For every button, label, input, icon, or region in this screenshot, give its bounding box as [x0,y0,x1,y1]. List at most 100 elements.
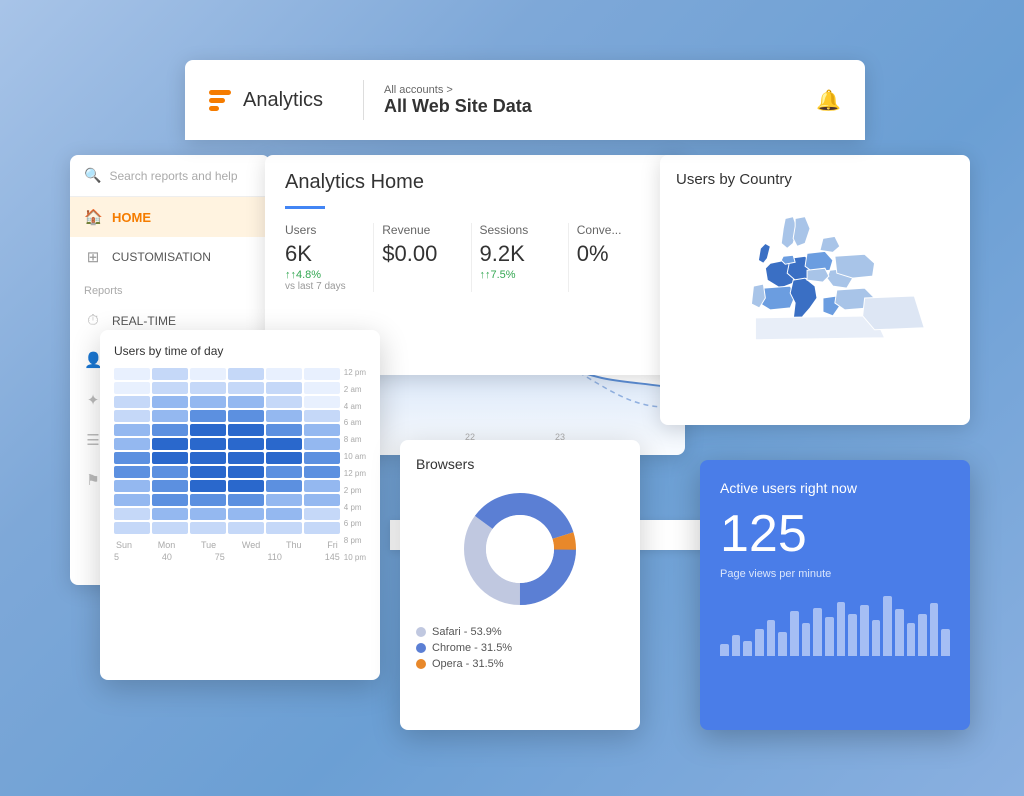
search-bar[interactable]: 🔍 Search reports and help [70,155,270,197]
heatmap-cell [266,368,302,380]
heatmap-cell [152,424,188,436]
heatmap-cell [190,522,226,534]
day-wed: Wed [242,540,260,550]
chrome-dot [416,643,426,653]
mini-bar-7 [790,611,799,656]
opera-label: Opera - 31.5% [432,658,504,670]
mini-bar-9 [813,608,822,656]
mini-bar-15 [883,596,892,656]
header-breadcrumb: All accounts > All Web Site Data [384,84,532,117]
heatmap-cell [304,480,340,492]
uk-shape [758,243,770,263]
heatmap-cell [190,452,226,464]
donut-hole [486,515,554,583]
mini-bar-14 [872,620,881,656]
active-users-subtitle: Page views per minute [720,568,950,580]
count-110: 110 [268,552,282,562]
time-labels: 12 pm 2 am 4 am 6 am 8 am 10 am 12 pm 2 … [344,368,366,562]
bell-icon[interactable]: 🔔 [816,88,841,113]
heatmap-cell [228,494,264,506]
heatmap-cell [304,452,340,464]
nav-label-customisation: CUSTOMISATION [112,250,211,264]
time-10pm: 10 pm [344,553,366,562]
browsers-legend: Safari - 53.9% Chrome - 31.5% Opera - 31… [416,626,624,670]
heatmap-card: Users by time of day Sun Mon Tue Wed Thu… [100,330,380,680]
header-card: Analytics All accounts > All Web Site Da… [185,60,865,140]
mini-bar-17 [907,623,916,656]
day-tue: Tue [201,540,216,550]
home-icon: 🏠 [84,208,102,226]
heatmap-cell [152,410,188,422]
heatmap-cell [190,410,226,422]
mini-bar-18 [918,614,927,656]
heatmap-cell [266,522,302,534]
breadcrumb-main: All Web Site Data [384,96,532,117]
time-12pm-2: 12 pm [344,469,366,478]
heatmap-cell [304,382,340,394]
donut-chart [455,484,585,614]
heatmap-cell [190,396,226,408]
heatmap-cell [304,522,340,534]
count-145: 145 [325,552,340,562]
heatmap-cell [190,438,226,450]
active-users-title: Active users right now [720,480,950,496]
time-4pm: 4 pm [344,503,366,512]
logo-bar-1 [209,90,231,95]
metric-sessions-value: 9.2K [480,241,560,267]
mini-bar-19 [930,603,939,656]
heatmap-cell [152,452,188,464]
time-2pm: 2 pm [344,486,366,495]
metric-revenue: Revenue $0.00 [374,223,471,292]
mini-bar-10 [825,617,834,656]
heatmap-day-labels: Sun Mon Tue Wed Thu Fri [114,540,340,550]
browsers-card: Browsers Safari - 53.9% Chrome - 31.5% O… [400,440,640,730]
blue-underline [285,206,325,209]
mini-bar-3 [743,641,752,656]
heatmap-cell [304,438,340,450]
heatmap-cell [114,508,150,520]
heatmap-cell [266,424,302,436]
count-75: 75 [215,552,225,562]
heatmap-cell [228,396,264,408]
nav-label-realtime: REAL-TIME [112,314,176,328]
mini-bar-8 [802,623,811,656]
heatmap-cell [266,480,302,492]
heatmap-cell [266,466,302,478]
metric-conversions: Conve... 0% [569,223,665,292]
mini-bar-2 [732,635,741,656]
mideast-shape [863,296,925,330]
metric-revenue-label: Revenue [382,223,462,237]
count-5: 5 [114,552,119,562]
metric-users: Users 6K ↑4.8% vs last 7 days [285,223,374,292]
day-mon: Mon [158,540,176,550]
count-40: 40 [162,552,172,562]
legend-opera: Opera - 31.5% [416,658,624,670]
metric-users-sub: vs last 7 days [285,281,365,292]
baltic-shape [820,236,840,252]
heatmap-grid [114,368,340,534]
header-divider [363,80,364,120]
sweden-shape [793,217,810,247]
nav-item-home[interactable]: 🏠 HOME [70,197,270,237]
safari-label: Safari - 53.9% [432,626,502,638]
time-8am: 8 am [344,435,366,444]
analytics-home-title: Analytics Home [285,171,665,194]
day-fri: Fri [327,540,338,550]
nav-item-customisation[interactable]: ⊞ CUSTOMISATION [70,237,270,277]
logo-bar-3 [209,106,219,111]
heatmap-cell [190,508,226,520]
heatmap-cell [190,424,226,436]
time-2am: 2 am [344,385,366,394]
heatmap-cell [152,382,188,394]
heatmap-cell [266,438,302,450]
time-12pm: 12 pm [344,368,366,377]
heatmap-cell [266,494,302,506]
heatmap-cell [266,508,302,520]
country-card-title: Users by Country [676,171,954,188]
metric-conversions-label: Conve... [577,223,657,237]
heatmap-cell [190,382,226,394]
heatmap-cell [114,466,150,478]
heatmap-cell [228,522,264,534]
mini-bar-12 [848,614,857,656]
heatmap-cell [228,424,264,436]
